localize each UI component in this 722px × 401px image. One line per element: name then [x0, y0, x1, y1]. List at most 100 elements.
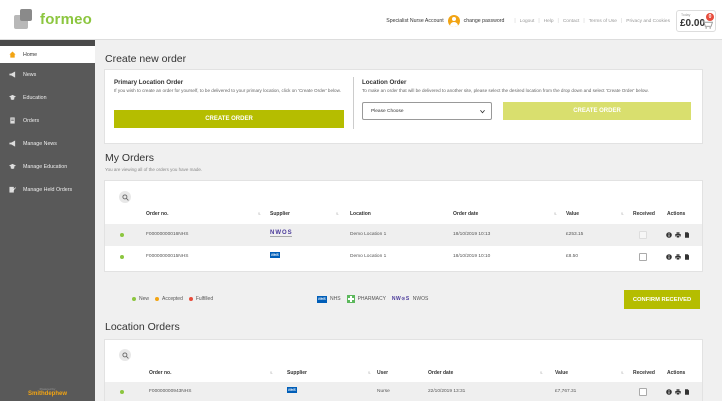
megaphone-icon: [9, 140, 16, 147]
help-link[interactable]: Help: [544, 19, 554, 24]
column-user[interactable]: User: [377, 370, 388, 376]
my-orders-heading: My Orders: [105, 152, 155, 164]
privacy-link[interactable]: Privacy and Cookies: [626, 19, 670, 24]
info-icon[interactable]: [666, 389, 672, 395]
sort-icon[interactable]: ⇅: [258, 212, 261, 216]
order-location: Demo Location 1: [350, 232, 387, 237]
column-received: Received: [633, 370, 655, 376]
create-primary-order-button[interactable]: CREATE ORDER: [114, 110, 344, 128]
change-password-link[interactable]: change password: [464, 18, 505, 24]
received-checkbox[interactable]: [639, 231, 647, 239]
basket-count-badge: 0: [706, 13, 714, 21]
file-icon[interactable]: [684, 232, 690, 238]
row-actions: [666, 254, 690, 260]
sidebar-item-label: Manage News: [23, 140, 57, 147]
sidebar-item-education[interactable]: Education: [0, 86, 95, 109]
header-account-bar: Specialist Nurse Account change password…: [386, 15, 670, 27]
sidebar-item-label: Home: [23, 51, 38, 58]
info-icon[interactable]: [666, 254, 672, 260]
received-checkbox[interactable]: [639, 388, 647, 396]
sort-icon[interactable]: ⇅: [621, 212, 624, 216]
search-icon: [121, 193, 129, 201]
cart-icon: [702, 20, 713, 29]
location-select-value: Please Choose: [371, 108, 404, 114]
row-actions: [666, 389, 690, 395]
table-row[interactable]: F00000000016NHS NWOS Demo Location 1 18/…: [105, 224, 702, 246]
location-order-title: Location Order: [362, 79, 407, 86]
brand-logo: Smithdephew: [27, 391, 67, 397]
print-icon[interactable]: [675, 389, 681, 395]
column-value[interactable]: Value: [555, 370, 568, 376]
location-orders-table: Order no. ⇅ Supplier ⇅ User Order date ⇅…: [104, 339, 703, 401]
terms-link[interactable]: Terms of Use: [589, 19, 617, 24]
column-actions: Actions: [667, 211, 686, 217]
sort-icon[interactable]: ⇅: [540, 371, 543, 375]
nhs-supply-chain-logo: NHS: [287, 387, 297, 393]
order-number[interactable]: F00000000943NHS: [149, 389, 191, 394]
my-orders-table: Order no. ⇅ Supplier ⇅ Location Order da…: [104, 180, 703, 272]
basket-button[interactable]: Today £0.00 0: [676, 10, 716, 32]
sidebar-item-manage-news[interactable]: Manage News: [0, 132, 95, 155]
nhs-logo-icon: NHS: [317, 295, 327, 303]
print-icon[interactable]: [675, 254, 681, 260]
logo-mark-icon: [14, 9, 36, 29]
status-dot-new: [120, 255, 124, 259]
basket-label: Today: [681, 13, 691, 17]
column-actions: Actions: [667, 370, 686, 376]
create-location-order-button[interactable]: CREATE ORDER: [503, 102, 691, 120]
print-icon[interactable]: [675, 232, 681, 238]
order-location: Demo Location 1: [350, 254, 387, 259]
sidebar-item-label: Manage Education: [23, 163, 68, 170]
edit-icon: [9, 186, 16, 193]
sort-icon[interactable]: ⇅: [336, 212, 339, 216]
sort-icon[interactable]: ⇅: [368, 371, 371, 375]
order-date: 18/10/2019 10:13: [453, 232, 491, 237]
sidebar-item-label: Orders: [23, 117, 40, 124]
order-value: £8.50: [566, 254, 579, 259]
column-supplier[interactable]: Supplier: [287, 370, 307, 376]
nwos-logo: NWOS: [270, 230, 293, 237]
sort-icon[interactable]: ⇅: [554, 212, 557, 216]
graduation-cap-icon: [9, 163, 16, 169]
column-order-date[interactable]: Order date: [453, 211, 478, 217]
sidebar-item-news[interactable]: News: [0, 63, 95, 86]
location-select[interactable]: Please Choose: [362, 102, 492, 120]
sort-icon[interactable]: ⇅: [621, 371, 624, 375]
file-icon[interactable]: [684, 389, 690, 395]
search-button[interactable]: [119, 191, 131, 203]
contact-link[interactable]: Contact: [563, 19, 580, 24]
table-row[interactable]: F00000000943NHS NHS Nurse 22/10/2019 13:…: [105, 382, 702, 401]
sidebar-item-manage-held-orders[interactable]: Manage Held Orders: [0, 178, 95, 201]
legend-fulfilled-dot: [188, 297, 193, 301]
column-order-no[interactable]: Order no.: [146, 211, 169, 217]
column-supplier[interactable]: Supplier: [270, 211, 290, 217]
column-value[interactable]: Value: [566, 211, 579, 217]
sort-icon[interactable]: ⇅: [270, 371, 273, 375]
order-value: £253.15: [566, 232, 584, 237]
pharmacy-cross-icon: [346, 295, 355, 303]
sidebar-item-manage-education[interactable]: Manage Education: [0, 155, 95, 178]
sidebar-item-orders[interactable]: Orders: [0, 109, 95, 132]
column-order-date[interactable]: Order date: [428, 370, 453, 376]
logo[interactable]: formeo: [14, 9, 92, 29]
sidebar-item-home[interactable]: Home: [0, 40, 95, 63]
create-order-heading: Create new order: [105, 53, 187, 65]
info-icon[interactable]: [666, 232, 672, 238]
file-icon[interactable]: [684, 254, 690, 260]
order-number[interactable]: F00000000016NHS: [146, 232, 188, 237]
order-value: £7,767.31: [555, 389, 577, 394]
create-order-card: Primary Location Order If you wish to cr…: [104, 69, 703, 144]
confirm-received-button[interactable]: CONFIRM RECEIVED: [624, 290, 700, 309]
location-orders-heading: Location Orders: [105, 321, 180, 333]
search-button[interactable]: [119, 349, 131, 361]
document-icon: [10, 117, 15, 124]
avatar-icon[interactable]: [447, 15, 460, 27]
column-location[interactable]: Location: [350, 211, 371, 217]
logout-link[interactable]: Logout: [520, 19, 535, 24]
table-row[interactable]: F00000000015NHS NHS Demo Location 1 18/1…: [105, 246, 702, 268]
column-order-no[interactable]: Order no.: [149, 370, 172, 376]
order-date: 18/10/2019 10:10: [453, 254, 491, 259]
order-number[interactable]: F00000000015NHS: [146, 254, 188, 259]
legend-new-dot: [132, 297, 136, 301]
received-checkbox[interactable]: [639, 253, 647, 261]
